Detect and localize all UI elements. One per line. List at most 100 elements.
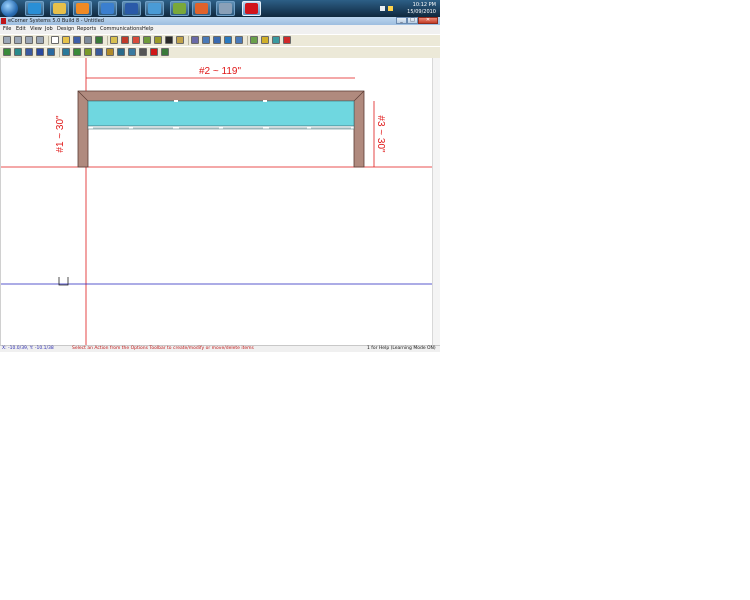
mail-icon[interactable] (261, 36, 269, 44)
send-icon[interactable] (250, 36, 258, 44)
report-icon[interactable] (191, 36, 199, 44)
tools-app-icon (219, 3, 232, 14)
window-title: eCorner Systems 5.0 Build 8 - Untitled (8, 18, 104, 24)
draw-door-icon[interactable] (25, 48, 33, 56)
start-orb-icon[interactable] (1, 0, 18, 17)
screenshot: 10:12 PM 15/09/2010 eCorner Systems 5.0 … (0, 0, 440, 352)
undo-icon[interactable] (95, 36, 103, 44)
menu-view[interactable]: View (30, 25, 42, 34)
page-icon[interactable] (176, 36, 184, 44)
vertical-scrollbar[interactable] (432, 58, 440, 345)
refresh-icon[interactable] (36, 36, 44, 44)
list-icon[interactable] (202, 36, 210, 44)
toolbar-separator (59, 48, 60, 57)
toolbar-separator (107, 36, 108, 45)
lock-icon[interactable] (161, 48, 169, 56)
draw-hinge-icon[interactable] (47, 48, 55, 56)
menu-communications[interactable]: Communications (100, 25, 142, 34)
calculator-icon (173, 3, 186, 14)
drawing-canvas[interactable]: #2 ~ 119" #1 ~ 30" #3 ~ 30" (0, 58, 440, 345)
copy-icon[interactable] (106, 48, 114, 56)
stamp-app-icon (195, 3, 208, 14)
stop-icon[interactable] (25, 36, 33, 44)
forward-icon[interactable] (14, 36, 22, 44)
glass-panel[interactable] (87, 100, 355, 127)
ecorner-app-icon (245, 3, 258, 14)
array-icon[interactable] (117, 48, 125, 56)
stamp-app-taskbar-button[interactable] (192, 1, 211, 16)
close-button[interactable]: ✕ (418, 17, 438, 24)
clock-date: 15/09/2010 (407, 9, 436, 15)
image-icon[interactable] (272, 36, 280, 44)
calculator-taskbar-button[interactable] (170, 1, 189, 16)
paint-icon (101, 3, 114, 14)
layer-icon[interactable] (121, 36, 129, 44)
draw-frame-icon[interactable] (36, 48, 44, 56)
help-icon[interactable] (283, 36, 291, 44)
chart-icon[interactable] (224, 36, 232, 44)
word-taskbar-button[interactable] (122, 1, 141, 16)
back-icon[interactable] (3, 36, 11, 44)
maximize-button[interactable]: □ (407, 17, 418, 24)
options-toolbar (0, 46, 440, 58)
toolbar-separator (247, 36, 248, 45)
delete-icon[interactable] (150, 48, 158, 56)
media-player-taskbar-button[interactable] (73, 1, 92, 16)
network-taskbar-button[interactable] (145, 1, 164, 16)
taskbar: 10:12 PM 15/09/2010 (0, 0, 440, 17)
minimize-button[interactable]: _ (396, 17, 407, 24)
edit-icon[interactable] (213, 36, 221, 44)
doc-icon[interactable] (165, 36, 173, 44)
menu-bar: File Edit View Job Design Reports Commun… (0, 25, 440, 34)
grid-icon[interactable] (132, 36, 140, 44)
hash-grid-icon[interactable] (139, 48, 147, 56)
move-icon[interactable] (73, 48, 81, 56)
ecorner-app-taskbar-button[interactable] (242, 1, 261, 16)
print-icon[interactable] (84, 36, 92, 44)
internet-explorer-taskbar-button[interactable] (25, 1, 44, 16)
mirror-icon[interactable] (95, 48, 103, 56)
open-folder-icon[interactable] (62, 36, 70, 44)
calc-icon[interactable] (143, 36, 151, 44)
flag-icon[interactable] (388, 6, 393, 11)
window-titlebar: eCorner Systems 5.0 Build 8 - Untitled _… (0, 17, 440, 25)
folder-icon (53, 3, 66, 14)
select-icon[interactable] (62, 48, 70, 56)
status-coordinates: X: -10.0/39, Y: -10.1/38 (2, 346, 54, 351)
save-icon[interactable] (73, 36, 81, 44)
export-icon[interactable] (235, 36, 243, 44)
status-bar: X: -10.0/39, Y: -10.1/38 Select an Actio… (0, 345, 440, 352)
glass-bottom-rail (87, 125, 355, 130)
tools-app-taskbar-button[interactable] (216, 1, 235, 16)
menu-file[interactable]: File (3, 25, 11, 34)
tag-icon[interactable] (154, 36, 162, 44)
menu-help[interactable]: Help (142, 25, 153, 34)
menu-edit[interactable]: Edit (16, 25, 26, 34)
toolbar-separator (48, 36, 49, 45)
status-help: 1 for Help (Learning Mode ON) (367, 346, 436, 351)
tray-expand-icon[interactable] (380, 6, 385, 11)
zoom-icon[interactable] (110, 36, 118, 44)
menu-job[interactable]: Job (45, 25, 53, 34)
clock-time: 10:12 PM (412, 2, 436, 8)
media-player-icon (76, 3, 89, 14)
align-icon[interactable] (128, 48, 136, 56)
rotate-icon[interactable] (84, 48, 92, 56)
draw-rect-icon[interactable] (14, 48, 22, 56)
dimension-label-left[interactable]: #1 ~ 30" (55, 115, 66, 153)
draw-panel-icon[interactable] (3, 48, 11, 56)
new-file-icon[interactable] (51, 36, 59, 44)
dimension-label-top[interactable]: #2 ~ 119" (199, 66, 241, 77)
network-icon (148, 3, 161, 14)
paint-taskbar-button[interactable] (98, 1, 117, 16)
system-tray: 10:12 PM 15/09/2010 (378, 0, 440, 17)
toolbar-separator (188, 36, 189, 45)
folder-taskbar-button[interactable] (50, 1, 69, 16)
drawing-svg: #2 ~ 119" #1 ~ 30" #3 ~ 30" (1, 58, 433, 345)
status-message: Select an Action from the Options Toolba… (72, 346, 254, 351)
word-icon (125, 3, 138, 14)
dimension-label-right[interactable]: #3 ~ 30" (375, 115, 386, 153)
menu-design[interactable]: Design (57, 25, 74, 34)
menu-reports[interactable]: Reports (77, 25, 96, 34)
standard-toolbar (0, 34, 440, 46)
